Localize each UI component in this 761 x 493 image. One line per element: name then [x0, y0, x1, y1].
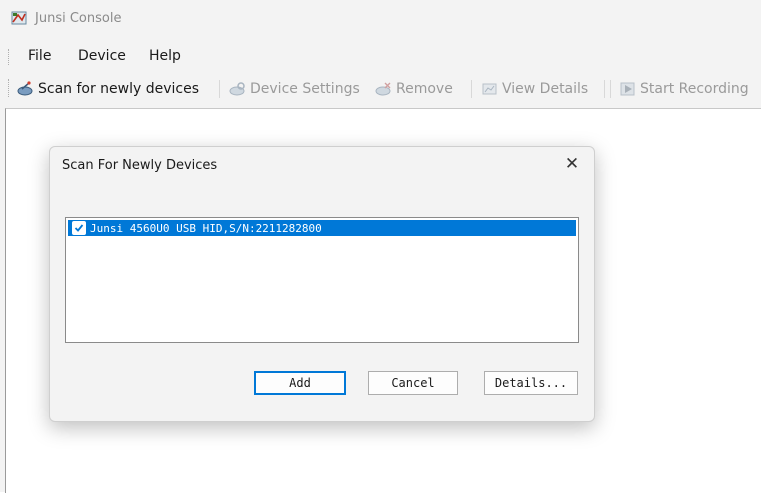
list-item[interactable]: Junsi 4560U0 USB HID,S/N:2211282800: [68, 220, 576, 236]
view-details-label: View Details: [502, 81, 589, 97]
toolbar-separator: [604, 80, 605, 98]
device-settings-icon: [229, 81, 247, 97]
remove-button-label: Remove: [396, 81, 453, 97]
dialog-title: Scan For Newly Devices: [62, 158, 218, 173]
menu-grip: [8, 49, 10, 65]
remove-button[interactable]: Remove: [375, 79, 453, 99]
scan-button-label: Scan for newly devices: [38, 81, 200, 97]
menu-file[interactable]: File: [28, 48, 51, 64]
device-checkbox[interactable]: [72, 221, 86, 235]
scan-dialog: Scan For Newly Devices ✕ Junsi 4560U0 US…: [49, 146, 595, 422]
cancel-button[interactable]: Cancel: [368, 371, 458, 395]
scan-devices-icon: [17, 81, 35, 97]
toolbar-separator: [219, 80, 220, 98]
start-recording-label: Start Recording: [640, 81, 749, 97]
title-bar: Junsi Console: [0, 0, 761, 40]
device-label: Junsi 4560U0 USB HID,S/N:2211282800: [90, 221, 322, 235]
view-details-icon: [481, 81, 499, 97]
app-logo-icon: [11, 10, 27, 26]
view-details-button[interactable]: View Details: [481, 79, 588, 99]
checkmark-icon: [74, 224, 84, 232]
toolbar-grip: [8, 79, 10, 97]
device-list[interactable]: Junsi 4560U0 USB HID,S/N:2211282800: [65, 217, 579, 343]
start-recording-button[interactable]: Start Recording: [619, 79, 749, 99]
remove-device-icon: [375, 81, 393, 97]
toolbar-separator: [471, 80, 472, 98]
menu-help[interactable]: Help: [149, 48, 181, 64]
details-button[interactable]: Details...: [484, 371, 578, 395]
toolbar: Scan for newly devices Device Settings R…: [0, 74, 761, 104]
start-recording-icon: [619, 81, 637, 97]
close-icon[interactable]: ✕: [560, 153, 584, 175]
scan-button[interactable]: Scan for newly devices: [17, 79, 199, 99]
add-button[interactable]: Add: [254, 371, 346, 395]
main-window: Junsi Console File Device Help Scan for …: [0, 0, 761, 493]
toolbar-separator: [610, 80, 611, 98]
device-settings-label: Device Settings: [250, 81, 360, 97]
menu-device[interactable]: Device: [78, 48, 126, 64]
device-settings-button[interactable]: Device Settings: [229, 79, 360, 99]
menu-bar: File Device Help: [0, 44, 761, 70]
window-title: Junsi Console: [35, 11, 122, 26]
